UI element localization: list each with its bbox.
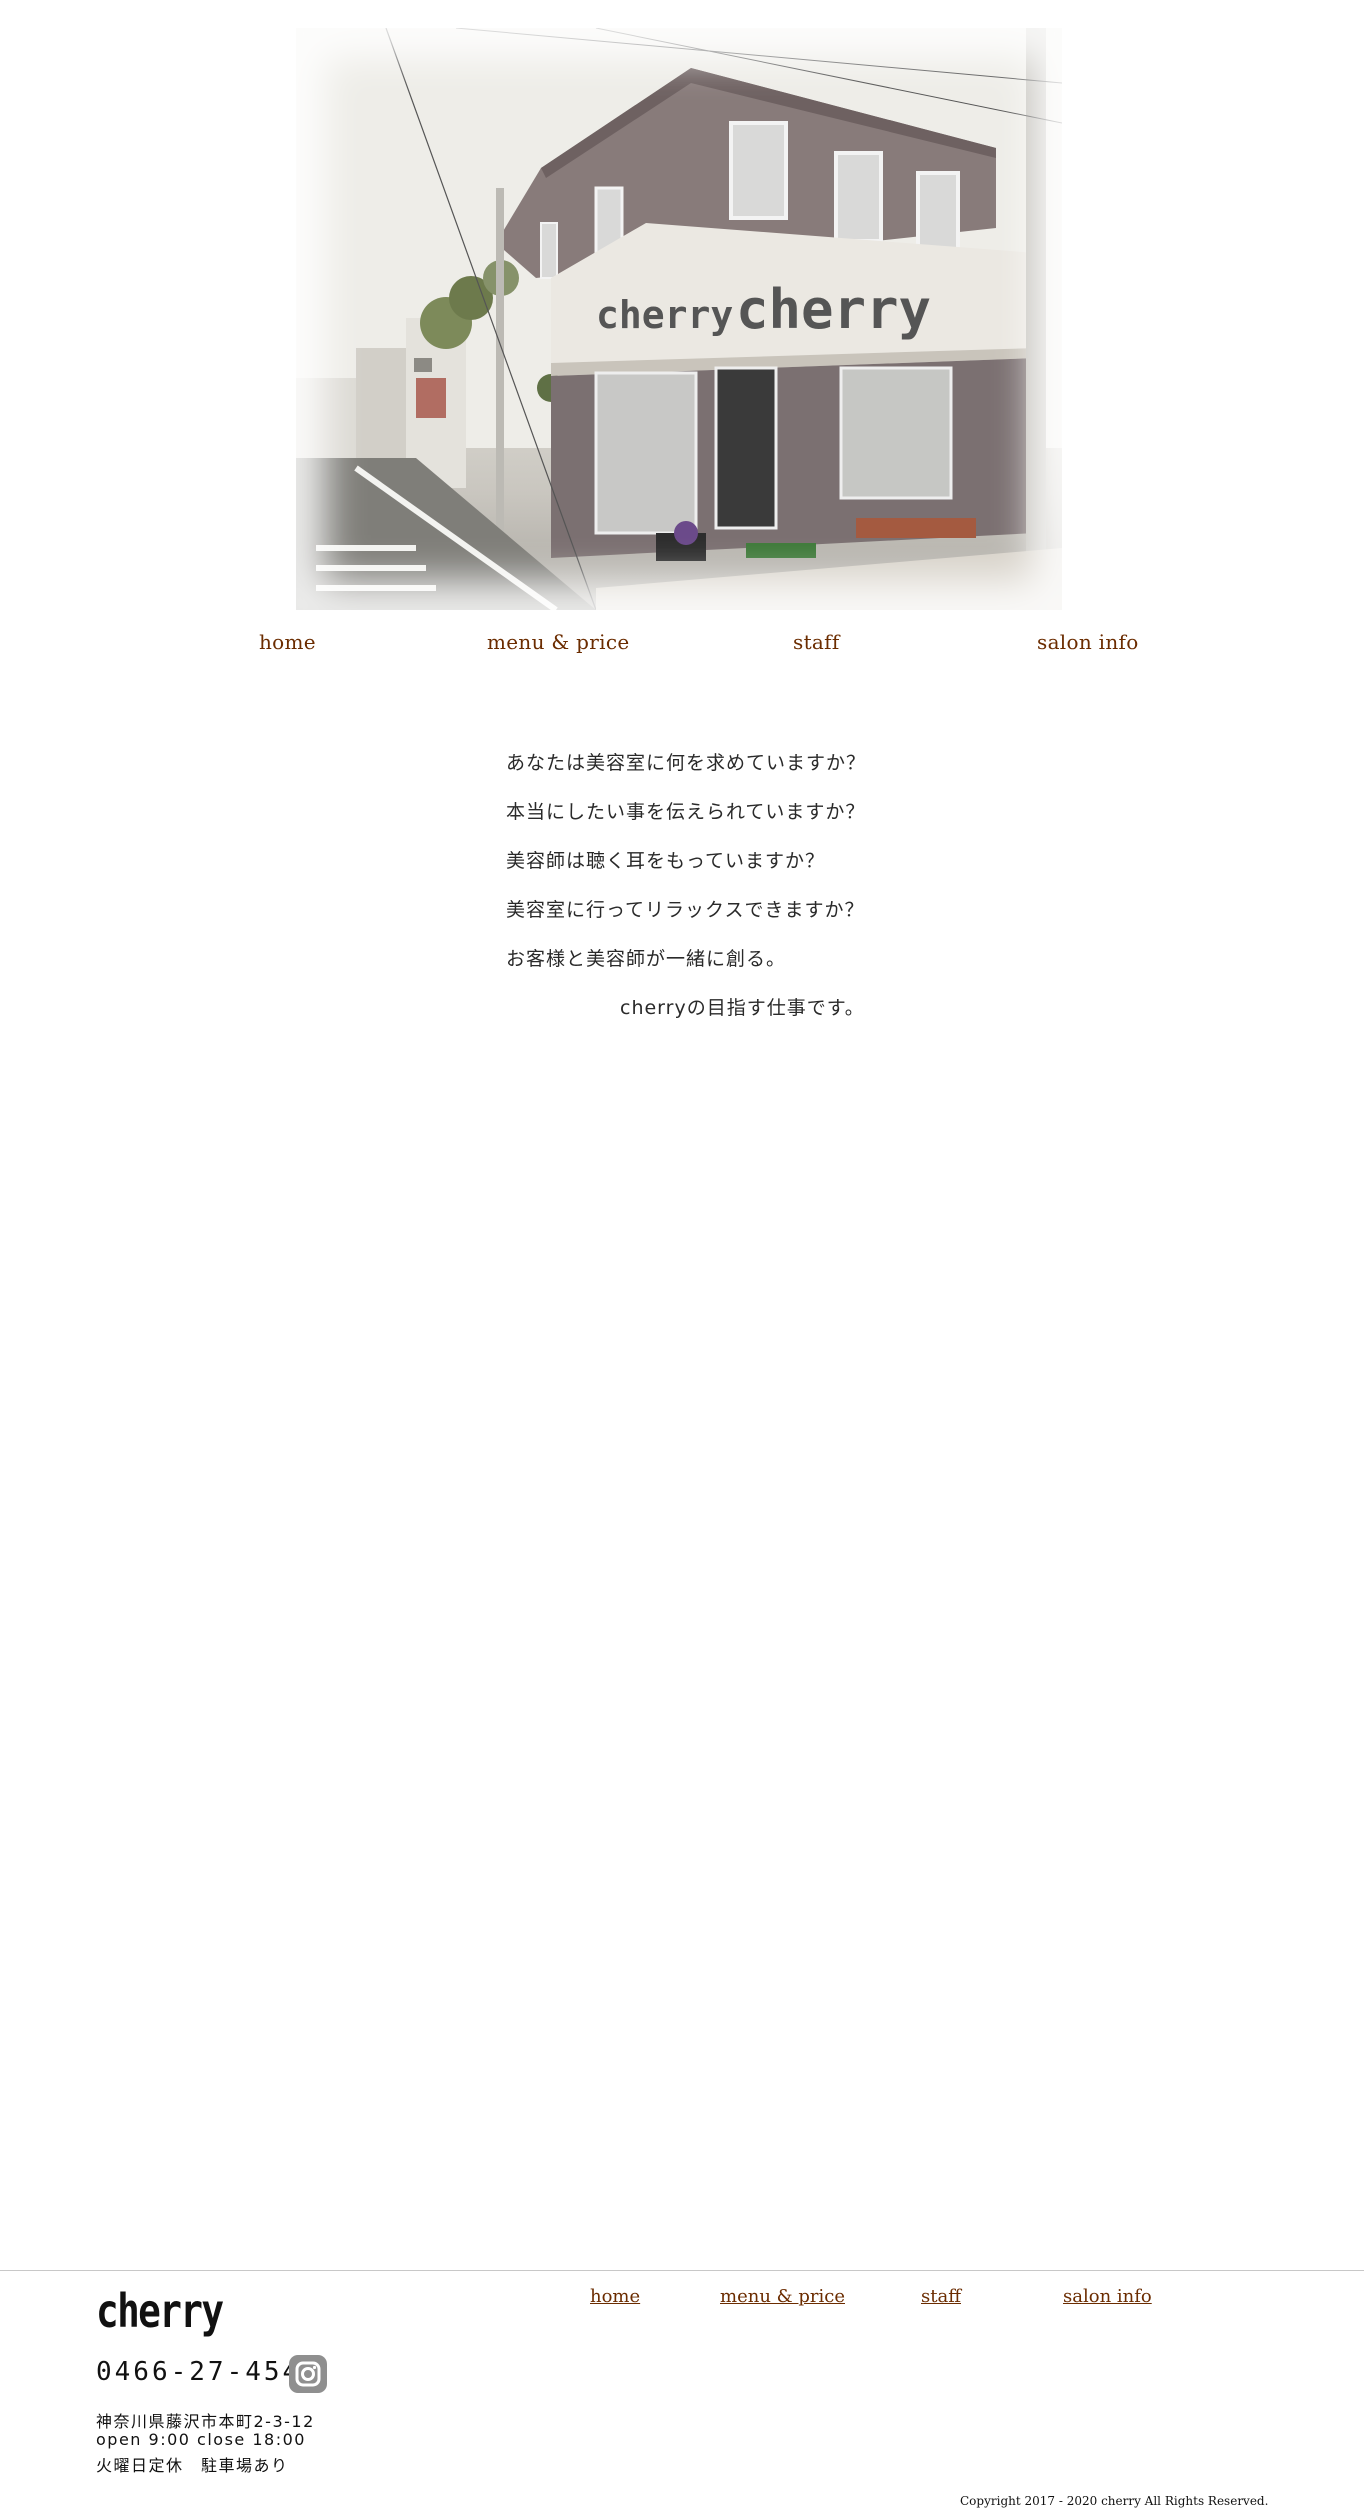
footer-divider: [0, 2270, 1364, 2271]
copyright-text: Copyright 2017 - 2020 cherry All Rights …: [960, 2494, 1269, 2508]
message-line: 美容師は聴く耳をもっていますか？: [506, 850, 826, 872]
nav-staff-link[interactable]: staff: [793, 630, 840, 654]
address-text: 神奈川県藤沢市本町2-3-12: [96, 2412, 315, 2431]
hours-text: open 9:00 close 18:00: [96, 2430, 306, 2449]
footer-logo: cherry: [96, 2284, 224, 2338]
footer-nav-menu-price-link[interactable]: menu & price: [720, 2286, 845, 2307]
nav-home-link[interactable]: home: [259, 630, 316, 654]
footer-nav-home-link[interactable]: home: [590, 2286, 640, 2307]
hero-image: cherry cherry: [296, 28, 1062, 610]
message-line: お客様と美容師が一緒に創る。: [506, 948, 787, 970]
message-line: 美容室に行ってリラックスできますか？: [506, 899, 865, 921]
instagram-icon[interactable]: [289, 2355, 327, 2393]
message-line: cherryの目指す仕事です。: [620, 997, 865, 1019]
closed-day-text: 火曜日定休 駐車場あり: [96, 2456, 289, 2475]
footer-nav-staff-link[interactable]: staff: [921, 2286, 961, 2307]
message-line: あなたは美容室に何を求めていますか？: [506, 752, 867, 774]
footer-nav-salon-info-link[interactable]: salon info: [1063, 2286, 1152, 2307]
nav-menu-price-link[interactable]: menu & price: [487, 630, 629, 654]
svg-text:cherry: cherry: [736, 278, 931, 341]
phone-number: 0466-27-4546: [96, 2357, 320, 2387]
message-line: 本当にしたい事を伝えられていますか？: [506, 801, 866, 823]
nav-salon-info-link[interactable]: salon info: [1037, 630, 1139, 654]
svg-text:cherry: cherry: [596, 293, 733, 337]
